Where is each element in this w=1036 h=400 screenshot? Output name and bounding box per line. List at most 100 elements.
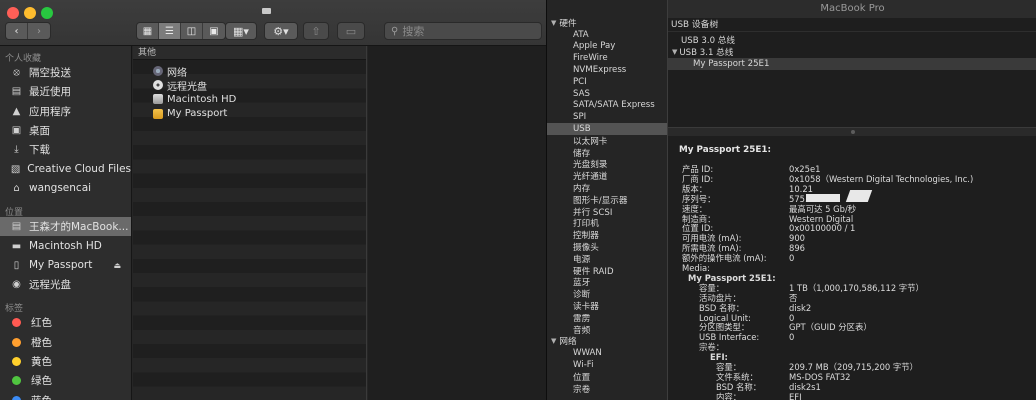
icon-view-button[interactable]: ▦ [137,23,159,39]
sidebar-item-downloads[interactable]: ⤓ 下载 [0,140,131,159]
sidebar-tag-yellow[interactable]: 黄色 [0,352,131,371]
airdrop-icon: ⦻ [13,67,20,79]
tree-item[interactable]: 读卡器 [547,300,667,312]
zoom-window-button[interactable] [41,7,53,19]
sidebar-tag-blue[interactable]: 蓝色 [0,390,131,400]
sidebar-item-remote-disc[interactable]: ◉ 远程光盘 [0,275,131,294]
detail-label: EFI: [710,352,728,363]
usb-tree-row[interactable]: My Passport 25E1 [668,58,1036,70]
tree-item[interactable]: 图形卡/显示器 [547,194,667,206]
tree-item[interactable]: 光纤通道 [547,170,667,182]
column-item-network[interactable]: 网络 [133,64,366,79]
sidebar-tag-orange[interactable]: 橙色 [0,333,131,352]
action-button[interactable]: ⚙▾ [264,22,298,40]
column-view-button[interactable]: ◫ [181,23,203,39]
tree-item[interactable]: 并行 SCSI [547,206,667,218]
disclosure-triangle-icon[interactable]: ▼ [672,48,677,56]
sidebar-item-applications[interactable]: ▲ 应用程序 [0,102,131,121]
sidebar-tag-green[interactable]: 绿色 [0,371,131,390]
search-field[interactable]: ⚲ [384,22,542,40]
close-window-button[interactable] [7,7,19,19]
detail-row: 制造商： Western Digital [682,214,1036,224]
pane-splitter[interactable] [668,128,1036,136]
detail-value: 0x1058（Western Digital Technologies, Inc… [789,173,974,184]
drive-title-icon [262,8,271,14]
tree-item[interactable]: 摄像头 [547,241,667,253]
detail-label: 活动盘片： [699,292,741,303]
disclosure-triangle-icon[interactable]: ▼ [551,19,556,27]
sidebar-item-recents[interactable]: ▤ 最近使用 [0,82,131,101]
back-button[interactable]: ‹ [6,23,28,39]
detail-value: 0 [789,332,795,343]
search-input[interactable] [402,24,533,38]
tree-item[interactable]: 蓝牙 [547,277,667,288]
sidebar-item-creative-cloud[interactable]: ▧ Creative Cloud Files [0,159,131,178]
tree-item[interactable]: SATA/SATA Express [547,100,667,112]
tree-item[interactable]: 打印机 [547,218,667,229]
usb-tree-header: USB 设备树 [668,18,1036,32]
tree-item[interactable]: 硬件 RAID [547,265,667,277]
sidebar-item-desktop[interactable]: ▣ 桌面 [0,121,131,140]
minimize-window-button[interactable] [24,7,36,19]
tree-group[interactable]: ▼ 硬件 [547,17,667,29]
list-view-button[interactable]: ☰ [159,23,181,39]
tag-dot-icon [12,337,21,347]
sidebar-item-macintosh-hd[interactable]: ▬ Macintosh HD [0,236,131,255]
finder-column-other: 其他 网络 远程光盘 Macintosh HD My Passport [133,46,367,400]
tag-dot-icon [12,357,21,366]
tree-item[interactable]: 光盘刻录 [547,159,667,170]
detail-value: 10.21 [789,183,813,194]
detail-row: 容量： 209.7 MB（209,715,200 字节） [716,362,1036,372]
tree-item[interactable]: 控制器 [547,229,667,241]
tree-item[interactable]: FireWire [547,52,667,64]
tree-item[interactable]: Apple Pay [547,41,667,53]
gallery-view-button[interactable]: ▣ [203,23,225,39]
tree-item[interactable]: SAS [547,88,667,100]
usb-device-tree: USB 设备树 USB 3.0 总线 ▼ USB 3.1 总线 My Passport… [668,18,1036,128]
disclosure-triangle-icon[interactable]: ▼ [551,337,556,345]
detail-value: 209.7 MB（209,715,200 字节） [789,362,919,372]
detail-label: 制造商： [682,213,716,224]
tree-item[interactable]: 位置 [547,371,667,383]
tags-button[interactable]: ▭ [337,22,365,40]
tree-item[interactable]: USB [547,123,667,135]
tree-item[interactable]: Wi-Fi [547,359,667,371]
sidebar-item-airdrop[interactable]: ⦻ 隔空投送 [0,63,131,82]
forward-button[interactable]: › [28,23,50,39]
recents-icon: ▤ [11,86,22,98]
detail-row: 可用电流 (mA): 900 [682,233,1036,243]
tree-item[interactable]: 音频 [547,324,667,336]
usb-tree-row[interactable]: USB 3.0 总线 [668,34,1036,46]
tree-item[interactable]: PCI [547,76,667,88]
tree-group[interactable]: ▼ 网络 [547,336,667,347]
detail-label: 版本： [682,183,708,194]
downloads-icon: ⤓ [14,144,19,156]
eject-icon[interactable]: ⏏ [113,261,121,270]
column-item-my-passport[interactable]: My Passport [133,107,366,121]
column-item-remote-disc[interactable]: 远程光盘 [133,78,366,93]
tree-item[interactable]: ATA [547,29,667,41]
sidebar-tag-red[interactable]: 红色 [0,313,131,332]
tree-item[interactable]: 雷雳 [547,312,667,324]
redaction-mark [806,194,840,202]
sidebar-item-home[interactable]: ⌂ wangsencai [0,179,131,198]
tree-item[interactable]: WWAN [547,347,667,359]
detail-label: 文件系统： [716,371,758,382]
column-item-macintosh-hd[interactable]: Macintosh HD [133,92,366,106]
share-button[interactable]: ⇧ [303,22,329,40]
detail-row: 宗卷： [699,342,1036,352]
tree-item[interactable]: 诊断 [547,288,667,300]
tree-item[interactable]: 电源 [547,253,667,265]
tree-item[interactable]: SPI [547,111,667,123]
tree-item[interactable]: 宗卷 [547,383,667,395]
tree-item[interactable]: 储存 [547,147,667,159]
sidebar-item-macbook[interactable]: ▤ 王森才的MacBook... [0,217,131,237]
tree-item[interactable]: 以太网卡 [547,135,667,147]
group-button[interactable]: ▦▾ [225,22,257,40]
tree-item[interactable]: NVMExpress [547,64,667,76]
sidebar-item-my-passport[interactable]: ▯ My Passport ⏏ [0,256,131,275]
tree-item[interactable]: 内存 [547,182,667,194]
sidebar-section-locations: 位置 [5,208,24,219]
system-information-window: ▼ 硬件 ATA Apple Pay FireWire NVMExpress PCI SAS S… [546,0,1036,400]
usb-tree-row[interactable]: ▼ USB 3.1 总线 [668,46,1036,58]
